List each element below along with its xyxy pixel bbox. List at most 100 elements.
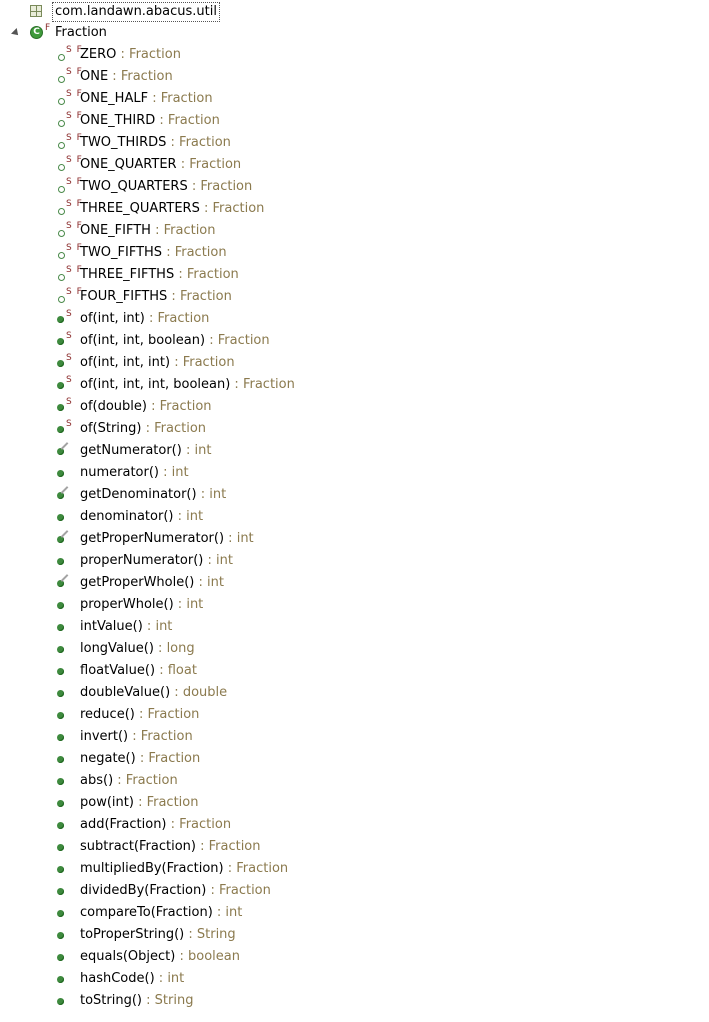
member-name: ONE_HALF (80, 91, 149, 106)
public-method-icon (57, 998, 64, 1005)
member-label: negate() : Fraction (80, 748, 200, 770)
member-label: pow(int) : Fraction (80, 792, 199, 814)
type-separator: : (199, 201, 213, 216)
member-name: abs() (80, 773, 114, 788)
member-name: of(int, int, boolean) (80, 333, 206, 348)
deprecated-overlay-icon (60, 486, 69, 494)
public-method-icon (57, 316, 64, 323)
member-label: ZERO : Fraction (80, 44, 181, 66)
public-field-icon (58, 120, 65, 127)
member-type: Fraction (218, 883, 271, 898)
member-name: of(int, int, int) (80, 355, 171, 370)
member-label: numerator() : int (80, 462, 189, 484)
member-label: of(int, int, boolean) : Fraction (80, 330, 270, 352)
type-separator: : (173, 509, 187, 524)
type-separator: : (224, 531, 237, 546)
member-label: equals(Object) : boolean (80, 946, 240, 968)
member-label: hashCode() : int (80, 968, 184, 990)
member-label: getNumerator() : int (80, 440, 211, 462)
type-separator: : (173, 597, 187, 612)
member-name: getDenominator() (80, 487, 197, 502)
member-label: subtract(Fraction) : Fraction (80, 836, 261, 858)
member-name: compareTo(Fraction) (80, 905, 213, 920)
class-icon: C (30, 26, 43, 39)
public-method-icon (57, 954, 64, 961)
public-method-icon (57, 844, 64, 851)
member-type: Fraction (157, 311, 210, 326)
member-type: Fraction (174, 245, 227, 260)
member-name: properWhole() (80, 597, 174, 612)
deprecated-overlay-icon (60, 574, 69, 582)
member-type: int (209, 487, 227, 502)
type-separator: : (176, 157, 190, 172)
member-name: add(Fraction) (80, 817, 167, 832)
member-label: invert() : Fraction (80, 726, 193, 748)
member-label: compareTo(Fraction) : int (80, 902, 242, 924)
public-method-icon (57, 756, 64, 763)
public-method-icon (57, 932, 64, 939)
deprecated-overlay-icon (60, 530, 69, 538)
member-type: int (167, 971, 185, 986)
type-separator: : (142, 619, 156, 634)
public-method-icon (57, 866, 64, 873)
member-name: toString() (80, 993, 142, 1008)
public-method-icon (57, 668, 64, 675)
member-type: Fraction (140, 729, 193, 744)
type-separator: : (167, 289, 180, 304)
member-type: Fraction (120, 69, 173, 84)
package-label: com.landawn.abacus.util (52, 2, 220, 22)
type-separator: : (194, 575, 208, 590)
member-name: of(double) (80, 399, 147, 414)
member-label: toProperString() : String (80, 924, 236, 946)
public-field-icon (58, 230, 65, 237)
member-label: FOUR_FIFTHS : Fraction (80, 286, 232, 308)
deprecated-overlay-icon (60, 442, 69, 450)
expand-twisty-icon[interactable] (11, 28, 21, 38)
public-method-icon (57, 976, 64, 983)
type-separator: : (148, 91, 161, 106)
type-separator: : (205, 333, 218, 348)
type-separator: : (203, 553, 216, 568)
type-separator: : (116, 47, 130, 62)
member-label: toString() : String (80, 990, 193, 1012)
member-name: longValue() (80, 641, 154, 656)
member-name: ONE_FIFTH (80, 223, 151, 238)
type-separator: : (135, 751, 149, 766)
member-label: ONE_QUARTER : Fraction (80, 154, 241, 176)
member-label: getDenominator() : int (80, 484, 226, 506)
type-separator: : (166, 817, 180, 832)
type-separator: : (113, 773, 126, 788)
public-field-icon (58, 186, 65, 193)
public-method-icon (57, 734, 64, 741)
member-label: getProperWhole() : int (80, 572, 224, 594)
member-type: Fraction (236, 861, 289, 876)
member-type: float (167, 663, 197, 678)
type-separator: : (212, 905, 226, 920)
public-method-icon (57, 624, 64, 631)
member-label: dividedBy(Fraction) : Fraction (80, 880, 271, 902)
member-label: ONE_HALF : Fraction (80, 88, 213, 110)
public-method-icon (57, 800, 64, 807)
member-name: getProperNumerator() (80, 531, 225, 546)
member-name: reduce() (80, 707, 135, 722)
public-method-icon (57, 690, 64, 697)
member-name: TWO_QUARTERS (80, 179, 188, 194)
member-type: int (207, 575, 224, 590)
modifier-overlay: S (66, 419, 73, 429)
public-field-icon (58, 274, 65, 281)
member-type: String (154, 993, 194, 1008)
public-method-icon (57, 514, 64, 521)
member-label: ONE : Fraction (80, 66, 173, 88)
member-label: multipliedBy(Fraction) : Fraction (80, 858, 288, 880)
member-name: subtract(Fraction) (80, 839, 196, 854)
member-name: equals(Object) (80, 949, 176, 964)
member-type: int (186, 509, 204, 524)
type-separator: : (206, 883, 219, 898)
member-label: floatValue() : float (80, 660, 197, 682)
member-label: longValue() : long (80, 638, 195, 660)
member-label: getProperNumerator() : int (80, 528, 254, 550)
member-type: int (236, 531, 254, 546)
member-name: ONE (80, 69, 109, 84)
type-separator: : (153, 641, 167, 656)
type-separator: : (128, 729, 141, 744)
